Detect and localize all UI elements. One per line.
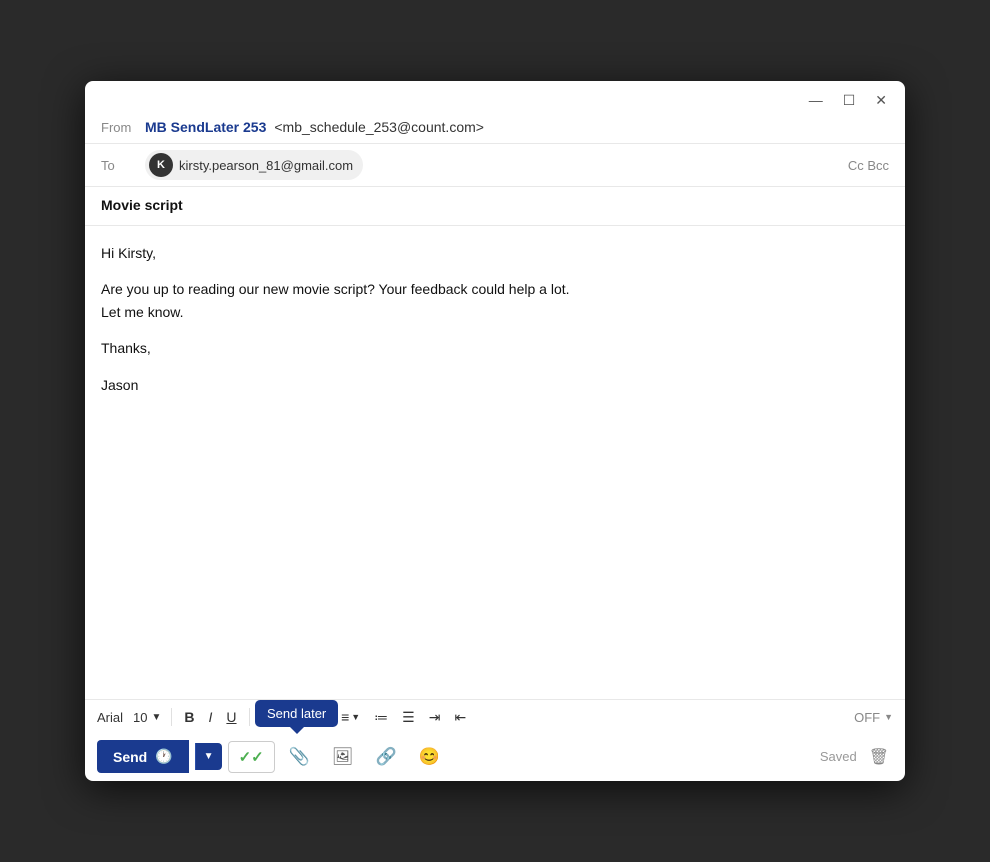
ordered-list-button[interactable]: ≔ bbox=[368, 706, 394, 728]
unordered-list-icon: ☰ bbox=[402, 709, 415, 725]
indent-button[interactable]: ⇥ bbox=[423, 706, 447, 728]
outdent-button[interactable]: ⇤ bbox=[448, 706, 472, 728]
align-icon: ≡ bbox=[341, 710, 349, 724]
close-button[interactable]: ✕ bbox=[871, 91, 891, 109]
action-bar: Send later Send 🕐 ▼ ✓✓ 📎 🖼 🔗 😊 Saved 🗑 bbox=[85, 736, 905, 781]
title-bar: — ☐ ✕ bbox=[85, 81, 905, 115]
email-body[interactable]: Hi Kirsty, Are you up to reading our new… bbox=[85, 225, 905, 699]
saved-text: Saved bbox=[820, 749, 857, 764]
avatar: K bbox=[149, 153, 173, 177]
separator-1 bbox=[171, 708, 172, 726]
body-line5: Jason bbox=[101, 374, 889, 396]
separator-3 bbox=[328, 708, 329, 726]
from-email: <mb_schedule_253@count.com> bbox=[274, 119, 484, 135]
font-color-button[interactable]: A ▼ bbox=[256, 706, 288, 728]
recipient-chip[interactable]: K kirsty.pearson_81@gmail.com bbox=[145, 150, 363, 180]
bold-button[interactable]: B bbox=[178, 706, 200, 728]
tracking-arrow: ▼ bbox=[884, 712, 893, 722]
emoji-button[interactable]: 😊 bbox=[411, 741, 448, 773]
highlight-dropdown-arrow: ▼ bbox=[307, 713, 316, 722]
clock-icon: 🕐 bbox=[155, 748, 172, 765]
tracking-toggle[interactable]: OFF ▼ bbox=[854, 710, 893, 725]
send-dropdown-arrow: ▼ bbox=[204, 751, 214, 762]
unordered-list-button[interactable]: ☰ bbox=[396, 706, 421, 728]
font-size-value: 10 bbox=[133, 710, 147, 725]
subject-text: Movie script bbox=[101, 197, 183, 213]
body-line4: Thanks, bbox=[101, 337, 889, 359]
separator-2 bbox=[249, 708, 250, 726]
send-button[interactable]: Send 🕐 bbox=[97, 740, 189, 773]
highlight-button[interactable]: A ▼ bbox=[290, 706, 322, 728]
font-color-icon: A bbox=[262, 710, 271, 724]
font-label: Arial bbox=[97, 710, 123, 725]
tracking-value: OFF bbox=[854, 710, 880, 725]
body-line3: Let me know. bbox=[101, 301, 889, 323]
from-label: From bbox=[101, 120, 137, 135]
highlight-icon: A bbox=[296, 710, 305, 724]
send-dropdown-button[interactable]: ▼ bbox=[195, 743, 222, 770]
recipient-email: kirsty.pearson_81@gmail.com bbox=[179, 158, 353, 173]
align-button[interactable]: ≡ ▼ bbox=[335, 706, 366, 728]
attach-button[interactable]: 📎 bbox=[281, 741, 318, 773]
check-button[interactable]: ✓✓ bbox=[228, 741, 275, 773]
indent-icon: ⇥ bbox=[429, 709, 441, 725]
italic-button[interactable]: I bbox=[203, 706, 219, 728]
from-row: From MB SendLater 253 <mb_schedule_253@c… bbox=[85, 115, 905, 143]
minimize-button[interactable]: — bbox=[805, 91, 827, 109]
to-row: To K kirsty.pearson_81@gmail.com Cc Bcc bbox=[85, 143, 905, 186]
to-label: To bbox=[101, 158, 137, 173]
link-button[interactable]: 🔗 bbox=[367, 741, 404, 773]
window-controls: — ☐ ✕ bbox=[805, 91, 891, 109]
send-label: Send bbox=[113, 749, 147, 765]
check-icon: ✓✓ bbox=[239, 748, 264, 766]
attach-icon: 📎 bbox=[289, 747, 310, 766]
ordered-list-icon: ≔ bbox=[374, 709, 388, 725]
saved-status: Saved 🗑 bbox=[820, 743, 893, 771]
font-size-chevron: ▼ bbox=[151, 712, 161, 723]
formatting-bar: Arial 10 ▼ B I U A ▼ A ▼ bbox=[97, 706, 893, 728]
compose-window: — ☐ ✕ From MB SendLater 253 <mb_schedule… bbox=[85, 81, 905, 781]
body-line1: Hi Kirsty, bbox=[101, 242, 889, 264]
image-button[interactable]: 🖼 bbox=[324, 741, 362, 773]
outdent-icon: ⇤ bbox=[454, 709, 466, 725]
from-name: MB SendLater 253 bbox=[145, 119, 266, 135]
maximize-button[interactable]: ☐ bbox=[839, 91, 860, 109]
toolbar-area: Arial 10 ▼ B I U A ▼ A ▼ bbox=[85, 699, 905, 736]
emoji-icon: 😊 bbox=[419, 747, 440, 766]
cc-bcc-button[interactable]: Cc Bcc bbox=[848, 158, 889, 173]
image-icon: 🖼 bbox=[332, 747, 354, 766]
delete-button[interactable]: 🗑 bbox=[865, 743, 893, 771]
font-color-dropdown-arrow: ▼ bbox=[273, 713, 282, 722]
link-icon: 🔗 bbox=[375, 747, 396, 766]
delete-icon: 🗑 bbox=[869, 749, 889, 766]
body-line2: Are you up to reading our new movie scri… bbox=[101, 278, 889, 300]
underline-button[interactable]: U bbox=[220, 706, 242, 728]
align-dropdown-arrow: ▼ bbox=[351, 713, 360, 722]
font-size-select[interactable]: 10 ▼ bbox=[129, 708, 165, 727]
subject-row: Movie script bbox=[85, 186, 905, 225]
